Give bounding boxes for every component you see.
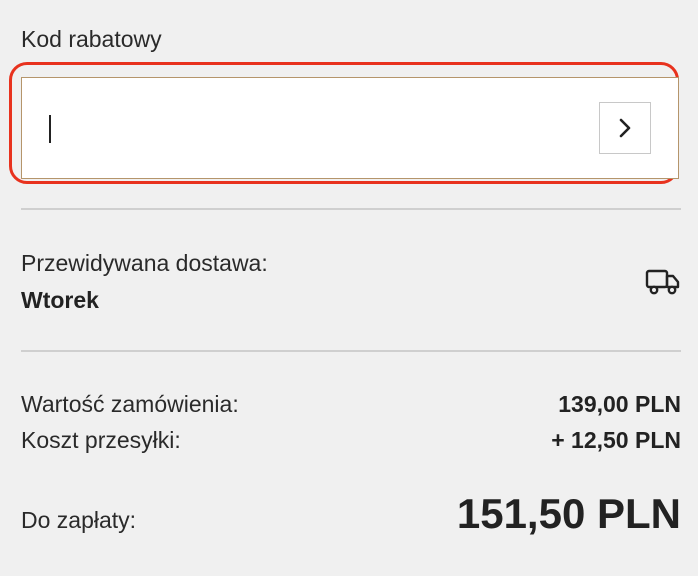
order-value-amount: 139,00 PLN bbox=[558, 391, 681, 417]
shipping-label: Koszt przesyłki: bbox=[21, 427, 181, 453]
order-value-label: Wartość zamówienia: bbox=[21, 391, 239, 417]
shipping-amount: + 12,50 PLN bbox=[551, 427, 681, 453]
text-caret bbox=[49, 115, 51, 143]
divider bbox=[21, 350, 681, 352]
divider bbox=[21, 208, 681, 210]
coupon-code-input[interactable] bbox=[21, 77, 679, 179]
delivery-day: Wtorek bbox=[21, 287, 99, 313]
order-value-row: Wartość zamówienia: 139,00 PLN bbox=[21, 391, 681, 418]
delivery-label: Przewidywana dostawa: bbox=[21, 250, 268, 276]
total-label: Do zapłaty: bbox=[21, 507, 137, 533]
coupon-label: Kod rabatowy bbox=[21, 26, 162, 52]
order-summary-panel: Kod rabatowy Przewidywana dostawa: Wtore… bbox=[0, 0, 698, 576]
coupon-submit-button[interactable] bbox=[599, 102, 651, 154]
total-row: Do zapłaty: 151,50 PLN bbox=[21, 490, 681, 538]
shipping-row: Koszt przesyłki: + 12,50 PLN bbox=[21, 427, 681, 454]
truck-icon bbox=[645, 269, 680, 295]
chevron-right-icon bbox=[619, 118, 631, 138]
total-amount: 151,50 PLN bbox=[456, 490, 681, 537]
